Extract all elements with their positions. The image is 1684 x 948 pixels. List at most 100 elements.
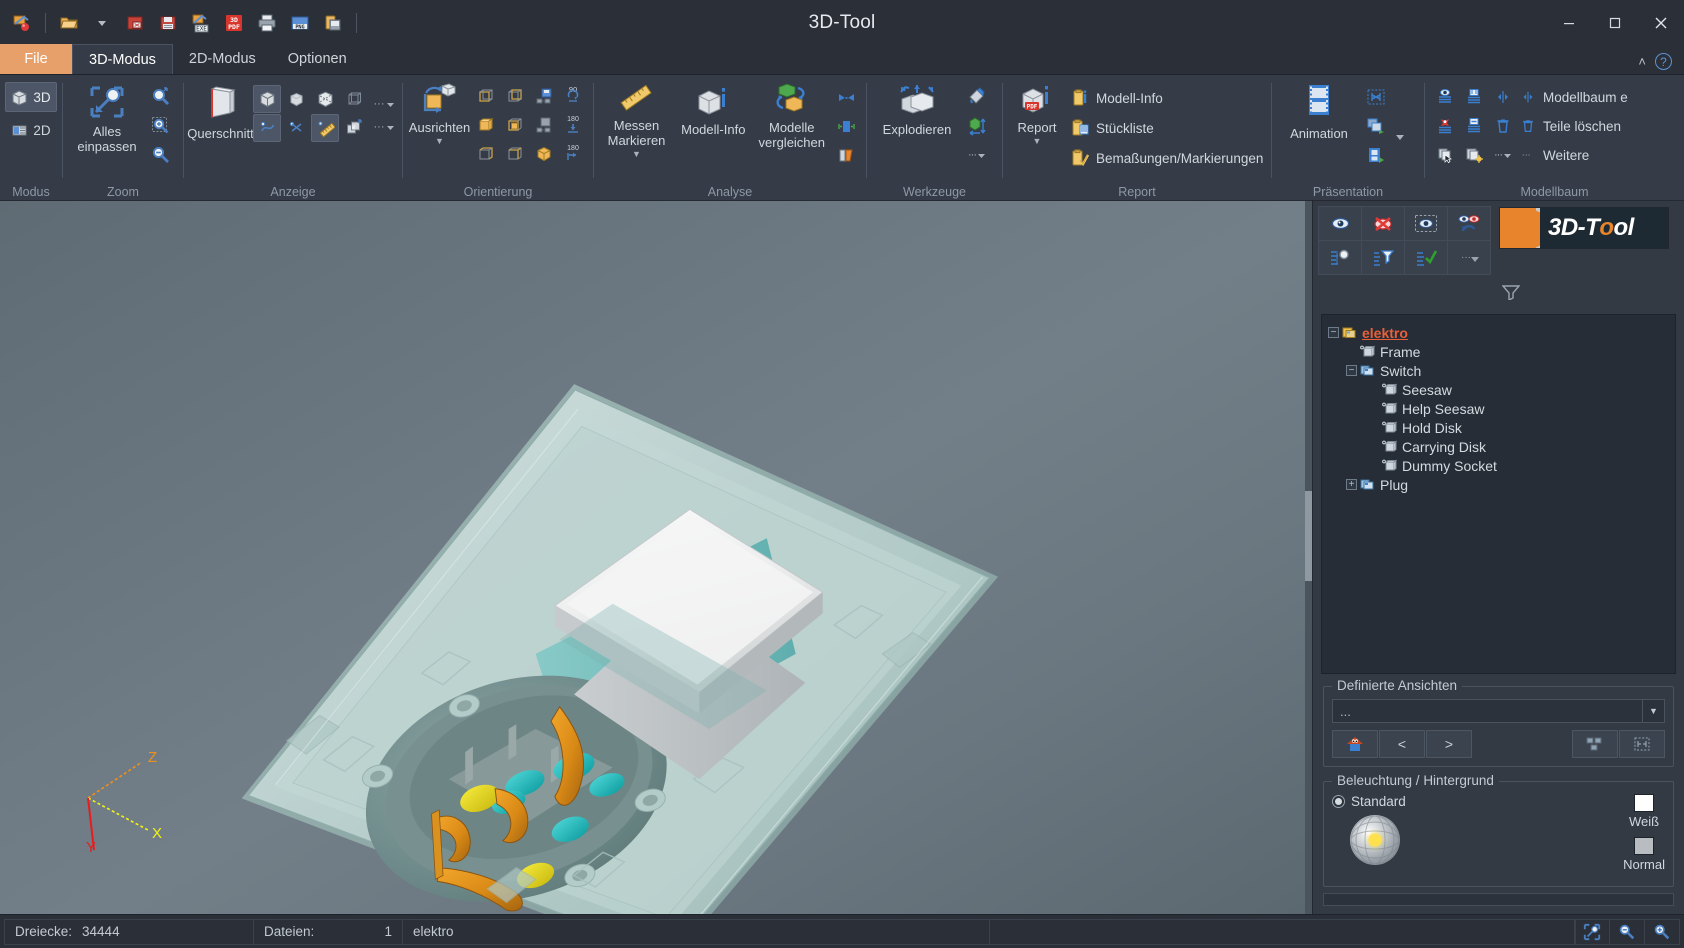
defined-views-select[interactable]: ... ▼ <box>1332 699 1665 723</box>
right-panel-horizontal-scrollbar[interactable] <box>1323 893 1674 906</box>
tree-node-plug[interactable]: + Plug <box>1328 475 1669 494</box>
compare-models-button[interactable]: Modelle vergleichen <box>754 79 831 154</box>
view-left-button[interactable] <box>472 140 500 168</box>
measure-mark-button[interactable]: Messen Markieren ▼ <box>600 79 673 163</box>
status-zoom-out-button[interactable] <box>1609 919 1645 945</box>
display-more-1[interactable]: ··· <box>372 93 396 115</box>
align-dropdown-caret[interactable]: ▼ <box>435 136 444 146</box>
rotate-90-button[interactable]: 90 <box>559 82 587 110</box>
zoom-out-button[interactable] <box>147 141 175 169</box>
tree-check-button[interactable] <box>1404 240 1448 275</box>
tree-more-button[interactable]: ··· <box>1489 141 1517 169</box>
light-sphere-control[interactable] <box>1350 815 1400 865</box>
presentation-dropdown-caret[interactable] <box>1392 129 1408 145</box>
report-bom-item[interactable]: Stückliste <box>1067 114 1271 142</box>
transparency-button[interactable] <box>340 114 368 142</box>
view-back-button[interactable] <box>501 82 529 110</box>
lighting-standard-radio-wrap[interactable]: Standard <box>1332 794 1406 809</box>
tab-file[interactable]: File <box>0 44 72 74</box>
close-button[interactable] <box>1638 0 1684 45</box>
display-more-2[interactable]: ··· <box>372 116 396 138</box>
zoom-window-button[interactable] <box>147 83 175 111</box>
cross-section-button[interactable]: Querschnitt <box>190 79 251 145</box>
record-video-button[interactable] <box>1362 141 1390 169</box>
open-recent-dropdown[interactable] <box>87 8 117 38</box>
tree-node-carrying-disk[interactable]: Carrying Disk <box>1328 437 1669 456</box>
tree-more-item[interactable]: ··· Weitere <box>1518 141 1597 169</box>
hide-element-button[interactable] <box>282 114 310 142</box>
manage-views-button[interactable] <box>1619 730 1665 758</box>
view-bottom-button[interactable] <box>501 111 529 139</box>
view-right-button[interactable] <box>501 140 529 168</box>
viewport-scrollbar-thumb[interactable] <box>1305 491 1312 581</box>
paint-color-button[interactable] <box>963 83 991 111</box>
chevron-down-icon[interactable]: ▼ <box>1642 700 1664 722</box>
new-model-button[interactable] <box>7 8 37 38</box>
status-fit-all-button[interactable] <box>1574 919 1610 945</box>
tree-highlight-button[interactable] <box>1431 112 1459 140</box>
view-restore-button[interactable] <box>530 111 558 139</box>
scale-model-button[interactable] <box>963 112 991 140</box>
help-button[interactable]: ? <box>1655 53 1672 70</box>
tools-more-button[interactable]: more-tools ··· <box>963 141 991 169</box>
tree-node-hold-disk[interactable]: Hold Disk <box>1328 418 1669 437</box>
minimize-button[interactable] <box>1546 0 1592 45</box>
tree-copy-part-button[interactable] <box>1431 141 1459 169</box>
3d-viewport[interactable]: Z X Y <box>0 201 1312 914</box>
animation-button[interactable]: Animation <box>1278 79 1360 145</box>
model-info-button[interactable]: Modell-Info <box>675 79 752 141</box>
mode-2d-button[interactable]: 2D <box>5 115 57 145</box>
align-button[interactable]: Ausrichten ▼ <box>409 79 470 150</box>
tree-node-switch[interactable]: − Switch <box>1328 361 1669 380</box>
draft-angle-button[interactable] <box>832 141 860 169</box>
shaded-button[interactable] <box>282 85 310 113</box>
surface-analysis-button[interactable] <box>832 83 860 111</box>
tree-delete-parts-item[interactable]: Teile löschen <box>1518 112 1629 140</box>
rotate-180-v-button[interactable]: 180 <box>559 111 587 139</box>
shaded-edges-button[interactable] <box>253 85 281 113</box>
hide-all-button[interactable] <box>1361 206 1405 241</box>
tree-expander-plug[interactable]: + <box>1346 479 1357 490</box>
print-button[interactable] <box>252 8 282 38</box>
tree-list-button[interactable] <box>1460 112 1488 140</box>
save-file-button[interactable] <box>153 8 183 38</box>
tree-show-all-button[interactable] <box>1431 83 1459 111</box>
next-view-button[interactable]: > <box>1426 730 1472 758</box>
status-zoom-in-button[interactable] <box>1644 919 1680 945</box>
tree-expander-switch[interactable]: − <box>1346 365 1357 376</box>
fullscreen-presentation-button[interactable] <box>1362 83 1390 111</box>
background-swatch-white[interactable] <box>1634 794 1654 812</box>
export-png-button[interactable]: PNG <box>285 8 315 38</box>
model-tree[interactable]: − elektro Frame <box>1321 314 1676 674</box>
export-exe-button[interactable]: EXE <box>186 8 216 38</box>
close-file-button[interactable] <box>120 8 150 38</box>
background-swatch-normal[interactable] <box>1634 837 1654 855</box>
zoom-in-button[interactable] <box>147 112 175 140</box>
tree-delete-button[interactable] <box>1489 112 1517 140</box>
show-all-button[interactable] <box>1318 206 1362 241</box>
rotate-180-h-button[interactable]: 180 <box>559 140 587 168</box>
tree-filter-button[interactable] <box>1361 240 1405 275</box>
viewport-vertical-scrollbar[interactable] <box>1305 201 1312 914</box>
open-file-button[interactable] <box>54 8 84 38</box>
view-top-button[interactable] <box>472 111 500 139</box>
report-dimensions-item[interactable]: Bemaßungen/Markierungen <box>1067 144 1271 172</box>
report-model-info-item[interactable]: Modell-Info <box>1067 84 1271 112</box>
lighting-standard-radio[interactable] <box>1332 795 1345 808</box>
report-dropdown-caret[interactable]: ▼ <box>1033 136 1042 146</box>
measure-dropdown-caret[interactable]: ▼ <box>632 149 641 159</box>
previous-view-button[interactable]: < <box>1379 730 1425 758</box>
tree-node-elektro[interactable]: − elektro <box>1328 323 1669 342</box>
tree-group-button[interactable] <box>1460 83 1488 111</box>
home-view-button[interactable] <box>1332 730 1378 758</box>
view-front-button[interactable] <box>472 82 500 110</box>
tab-optionen[interactable]: Optionen <box>272 44 363 74</box>
mode-3d-button[interactable]: 3D <box>5 82 57 112</box>
tree-node-seesaw[interactable]: Seesaw <box>1328 380 1669 399</box>
wall-thickness-button[interactable] <box>832 112 860 140</box>
hidden-line-button[interactable] <box>311 85 339 113</box>
tree-part-props-button[interactable] <box>1460 141 1488 169</box>
tree-view-menu-item[interactable]: Modellbaum e <box>1518 83 1636 111</box>
explode-button[interactable]: Explodieren <box>873 79 961 141</box>
smooth-shading-button[interactable] <box>253 114 281 142</box>
